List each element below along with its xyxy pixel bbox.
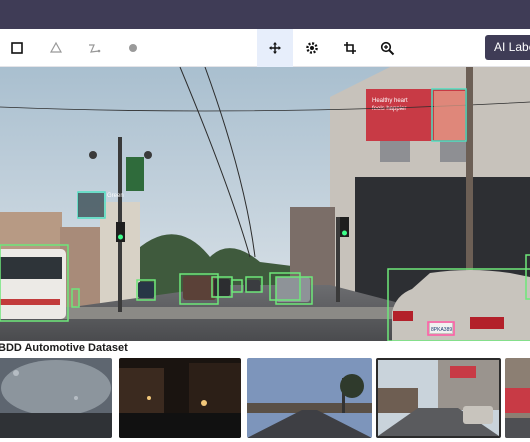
billboard-text-2: feels happier <box>372 106 406 112</box>
point-tool-button[interactable] <box>119 34 147 62</box>
crop-tool-button[interactable] <box>336 34 364 62</box>
labeling-app: AI Label <box>0 0 530 442</box>
gear-icon <box>306 42 318 54</box>
polyline-tool-button[interactable] <box>80 34 108 62</box>
license-plate-text: 8PKA389 <box>431 327 452 333</box>
thumbnail-image <box>119 358 241 438</box>
annotation-toolbar: AI Label <box>0 29 530 67</box>
thumbnail-image <box>505 358 530 438</box>
top-header-bar <box>0 0 530 29</box>
thumbnail-night-street[interactable] <box>119 358 241 438</box>
street-sign <box>126 157 144 191</box>
pan-tool-button[interactable] <box>257 29 293 67</box>
circle-dot-icon <box>129 44 137 52</box>
thumbnail-highway-dusk[interactable] <box>247 358 372 438</box>
square-icon <box>11 42 23 54</box>
annotation-canvas[interactable]: Healthy heart feels happier Green 8PKA38… <box>0 67 530 341</box>
triangle-icon <box>49 41 63 53</box>
thumbnail-image <box>247 358 372 438</box>
zoom-in-icon <box>380 41 394 55</box>
settings-tool-button[interactable] <box>298 34 326 62</box>
thumbnail-image <box>0 358 112 438</box>
polyline-icon <box>89 44 101 53</box>
gallery-title: BDD Automotive Dataset <box>0 342 128 354</box>
rectangle-tool-button[interactable] <box>3 34 31 62</box>
polygon-tool-button[interactable] <box>42 34 70 62</box>
crop-icon <box>344 42 356 54</box>
thumbnail-rainy-windshield[interactable] <box>0 358 112 438</box>
move-arrows-icon <box>269 42 281 54</box>
thumbnail-partial[interactable] <box>505 358 530 438</box>
thumbnail-city-intersection[interactable] <box>376 358 501 438</box>
zoom-tool-button[interactable] <box>373 34 401 62</box>
street-scene-image: Healthy heart feels happier Green 8PKA38… <box>0 67 530 341</box>
thumbnail-image <box>378 360 499 436</box>
billboard-text: Healthy heart <box>372 98 408 104</box>
ai-label-button[interactable]: AI Label <box>485 35 530 60</box>
street-sign-text: Green <box>107 193 124 199</box>
